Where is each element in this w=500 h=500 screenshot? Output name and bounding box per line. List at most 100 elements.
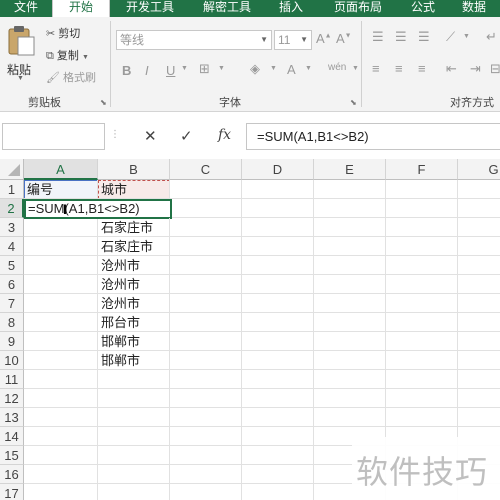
chevron-down-icon: ▼: [81, 54, 89, 61]
row-header[interactable]: 5: [0, 256, 24, 275]
chevron-down-icon[interactable]: ▼: [181, 65, 188, 72]
cell-b7[interactable]: 沧州市: [98, 294, 170, 313]
decrease-font-icon[interactable]: A▼: [336, 31, 352, 46]
tab-data[interactable]: 数据: [448, 0, 500, 17]
chevron-down-icon: ▼: [300, 35, 308, 44]
chevron-down-icon[interactable]: ▼: [270, 65, 277, 72]
chevron-down-icon[interactable]: ▼: [352, 65, 359, 72]
dialog-launcher-icon[interactable]: ⬊: [100, 98, 107, 107]
row-header[interactable]: 6: [0, 275, 24, 294]
tab-page-layout[interactable]: 页面布局: [318, 0, 398, 17]
tab-home[interactable]: 开始: [52, 0, 110, 17]
select-all-corner[interactable]: [0, 159, 24, 180]
row-header[interactable]: 11: [0, 370, 24, 389]
font-color-icon[interactable]: A: [287, 62, 296, 77]
row-header[interactable]: 17: [0, 484, 24, 500]
tab-file[interactable]: 文件: [0, 0, 52, 17]
cell-b6[interactable]: 沧州市: [98, 275, 170, 294]
cell-b3[interactable]: 石家庄市: [98, 218, 170, 237]
font-group-label: 字体: [219, 97, 241, 109]
chevron-down-icon: ▼: [260, 35, 268, 44]
italic-button[interactable]: I: [145, 63, 149, 78]
row-header[interactable]: 4: [0, 237, 24, 256]
column-header-c[interactable]: C: [170, 159, 242, 180]
decrease-indent-icon[interactable]: ⇤: [446, 61, 457, 77]
align-center-icon[interactable]: ≡: [395, 61, 403, 76]
font-size-select[interactable]: 11 ▼: [274, 30, 312, 50]
row-header[interactable]: 8: [0, 313, 24, 332]
cell-a1[interactable]: 编号: [24, 180, 98, 199]
row-header[interactable]: 9: [0, 332, 24, 351]
column-header-a[interactable]: A: [24, 159, 98, 180]
cut-button[interactable]: ✂ 剪切: [46, 25, 80, 41]
tab-formulas[interactable]: 公式: [400, 0, 446, 17]
row-header[interactable]: 2: [0, 199, 24, 218]
border-icon[interactable]: ⊞: [199, 61, 210, 77]
clipboard-icon: [8, 26, 35, 56]
wrap-text-icon[interactable]: ↵: [486, 29, 497, 45]
tab-decrypt[interactable]: 解密工具: [190, 0, 264, 17]
row-header[interactable]: 7: [0, 294, 24, 313]
row-header[interactable]: 1: [0, 180, 24, 199]
align-bottom-icon[interactable]: ☰: [418, 29, 430, 45]
cell-b5[interactable]: 沧州市: [98, 256, 170, 275]
row-header[interactable]: 12: [0, 389, 24, 408]
column-header-e[interactable]: E: [314, 159, 386, 180]
align-top-icon[interactable]: ☰: [372, 29, 384, 45]
row-header[interactable]: 10: [0, 351, 24, 370]
cell-b8[interactable]: 邢台市: [98, 313, 170, 332]
chevron-down-icon[interactable]: ▼: [305, 65, 312, 72]
align-left-icon[interactable]: ≡: [372, 61, 380, 76]
phonetic-label: wén: [328, 62, 347, 73]
tab-developer[interactable]: 开发工具: [112, 0, 188, 17]
row-header[interactable]: 15: [0, 446, 24, 465]
row-header[interactable]: 14: [0, 427, 24, 446]
ribbon: 粘贴 ▼ ✂ 剪切 ⧉ 复制 ▼ 🖌 格式刷 剪贴板 ⬊ 等线 ▼ 11 ▼ A…: [0, 17, 500, 112]
chevron-down-icon: ▼: [17, 75, 24, 82]
underline-button[interactable]: U: [166, 63, 175, 78]
cell-b10[interactable]: 邯郸市: [98, 351, 170, 370]
name-box[interactable]: [2, 123, 105, 150]
align-right-icon[interactable]: ≡: [418, 61, 426, 76]
merge-cells-icon[interactable]: ⊟: [490, 61, 500, 77]
chevron-down-icon[interactable]: ▼: [218, 65, 225, 72]
increase-indent-icon[interactable]: ⇥: [470, 61, 481, 77]
column-header-b[interactable]: B: [98, 159, 170, 180]
cell-a2-formula: =SUM(A1,B1<>B2): [28, 201, 140, 216]
row-header[interactable]: 13: [0, 408, 24, 427]
column-header-d[interactable]: D: [242, 159, 314, 180]
fill-color-icon[interactable]: ◈: [250, 61, 260, 77]
cell-b9[interactable]: 邯郸市: [98, 332, 170, 351]
font-name-select[interactable]: 等线 ▼: [116, 30, 272, 50]
phonetic-guide-icon[interactable]: wén: [328, 62, 346, 73]
copy-button[interactable]: ⧉ 复制 ▼: [46, 47, 89, 63]
format-painter-button[interactable]: 🖌 格式刷: [46, 69, 96, 85]
paste-button[interactable]: 粘贴 ▼: [4, 23, 38, 83]
cancel-icon[interactable]: ✕: [144, 127, 157, 145]
cell-b4[interactable]: 石家庄市: [98, 237, 170, 256]
orientation-icon[interactable]: ⟋: [446, 29, 455, 45]
tab-insert[interactable]: 插入: [266, 0, 316, 17]
dialog-launcher-icon[interactable]: ⬊: [350, 98, 357, 107]
copy-label: 复制: [56, 50, 79, 62]
cell-b1[interactable]: 城市: [98, 180, 170, 199]
select-all-triangle-icon: [8, 164, 20, 176]
bold-button[interactable]: B: [122, 63, 131, 78]
column-header-f[interactable]: F: [386, 159, 458, 180]
formula-input[interactable]: =SUM(A1,B1<>B2): [246, 123, 500, 150]
watermark: 软件技巧: [352, 437, 500, 500]
clipboard-group-label: 剪贴板: [28, 97, 61, 109]
increase-font-icon[interactable]: A▲: [316, 31, 332, 46]
chevron-down-icon[interactable]: ▼: [463, 33, 470, 40]
column-header-g[interactable]: G: [458, 159, 500, 180]
splitter-dots-icon[interactable]: ⋮: [110, 129, 120, 140]
row-header[interactable]: 16: [0, 465, 24, 484]
text-cursor-icon: I: [63, 201, 67, 217]
insert-function-icon[interactable]: fx: [218, 127, 231, 143]
active-cell-editor[interactable]: =SUM(A1,B1<>B2): [24, 199, 172, 219]
align-middle-icon[interactable]: ☰: [395, 29, 407, 45]
font-name-value: 等线: [120, 33, 145, 47]
row-header[interactable]: 3: [0, 218, 24, 237]
alignment-group-label: 对齐方式: [450, 97, 494, 109]
enter-icon[interactable]: ✓: [180, 127, 193, 145]
